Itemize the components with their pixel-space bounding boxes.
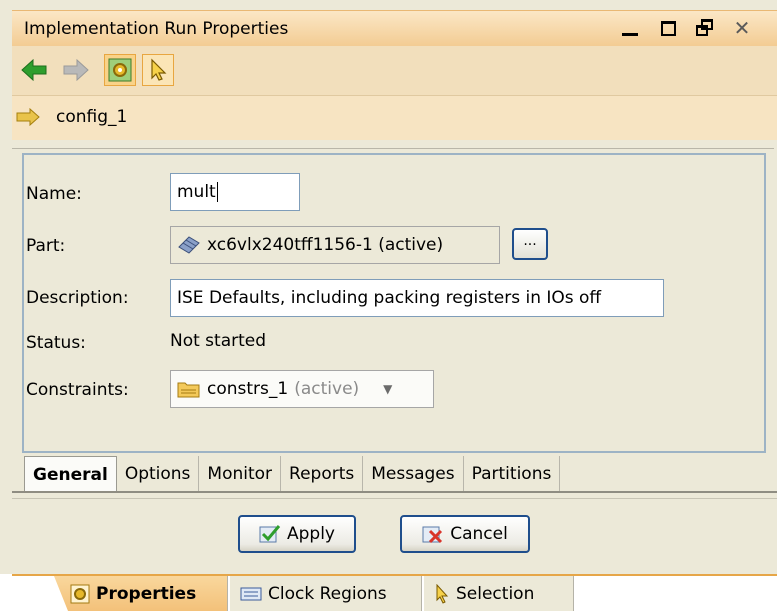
- arrow-right-icon: [63, 59, 89, 81]
- gear-icon: [108, 58, 132, 82]
- breadcrumb: config_1: [12, 96, 777, 140]
- part-label: Part:: [26, 236, 66, 256]
- choose-part-button[interactable]: ...: [512, 228, 548, 260]
- select-button[interactable]: [142, 54, 174, 86]
- gear-icon: [70, 584, 90, 603]
- settings-button[interactable]: [104, 54, 136, 86]
- tab-general[interactable]: General: [24, 456, 117, 492]
- checkmark-icon: [259, 525, 281, 543]
- maximize-icon: [660, 20, 676, 36]
- tab-clock-regions[interactable]: Clock Regions: [230, 576, 422, 611]
- tab-monitor[interactable]: Monitor: [199, 456, 282, 492]
- constraints-active: (active): [294, 379, 360, 399]
- tab-partitions[interactable]: Partitions: [464, 456, 561, 492]
- tab-properties[interactable]: Properties: [54, 576, 228, 611]
- tab-messages[interactable]: Messages: [363, 456, 464, 492]
- constraints-dropdown[interactable]: constrs_1 (active) ▼: [170, 370, 434, 408]
- arrow-left-icon: [21, 59, 47, 81]
- tab-selection[interactable]: Selection: [424, 576, 574, 611]
- part-value: xc6vlx240tff1156-1 (active): [207, 235, 444, 255]
- pointer-icon: [151, 58, 167, 81]
- tabs-divider: [12, 491, 777, 493]
- part-field: xc6vlx240tff1156-1 (active): [170, 226, 500, 264]
- pointer-icon: [436, 583, 449, 604]
- minimize-button[interactable]: [617, 15, 643, 41]
- toolbar: [12, 46, 777, 96]
- breadcrumb-label: config_1: [56, 107, 128, 127]
- maximize-button[interactable]: [655, 15, 681, 41]
- description-label: Description:: [26, 288, 129, 308]
- cancel-label: Cancel: [450, 524, 508, 544]
- minimize-icon: [622, 32, 638, 36]
- description-value: ISE Defaults, including packing register…: [177, 288, 602, 308]
- button-bar: Apply Cancel: [12, 498, 777, 574]
- chip-icon: [178, 236, 200, 254]
- name-value: mult: [177, 182, 216, 202]
- text-caret: [216, 182, 218, 202]
- clock-regions-icon: [240, 587, 262, 600]
- properties-window: Implementation Run Properties ✕ config_1…: [0, 0, 777, 611]
- restore-icon: [696, 19, 714, 37]
- float-button[interactable]: [692, 15, 718, 41]
- tab-selection-label: Selection: [456, 583, 535, 604]
- ellipsis-label: ...: [523, 233, 537, 249]
- cancel-button[interactable]: Cancel: [400, 515, 530, 553]
- window-title: Implementation Run Properties: [24, 19, 289, 39]
- arrow-right-icon: [16, 108, 40, 126]
- constraints-value: constrs_1: [207, 379, 289, 399]
- title-bar: Implementation Run Properties ✕: [12, 10, 777, 46]
- close-button[interactable]: ✕: [729, 15, 755, 41]
- close-icon: ✕: [733, 16, 751, 40]
- name-label: Name:: [26, 184, 82, 204]
- tab-clock-regions-label: Clock Regions: [268, 583, 387, 604]
- apply-label: Apply: [287, 524, 335, 544]
- forward-button[interactable]: [60, 54, 92, 86]
- folder-icon: [177, 382, 200, 398]
- property-tabs: General Options Monitor Reports Messages…: [24, 456, 561, 492]
- chevron-down-icon: ▼: [383, 382, 393, 396]
- tab-options[interactable]: Options: [117, 456, 200, 492]
- tab-reports[interactable]: Reports: [281, 456, 364, 492]
- status-label: Status:: [26, 333, 86, 353]
- name-input[interactable]: mult: [170, 173, 300, 211]
- status-value: Not started: [170, 331, 267, 351]
- tab-properties-label: Properties: [96, 583, 197, 604]
- cancel-icon: [422, 526, 443, 544]
- constraints-label: Constraints:: [26, 380, 129, 400]
- apply-button[interactable]: Apply: [238, 515, 356, 553]
- back-button[interactable]: [18, 54, 50, 86]
- description-input[interactable]: ISE Defaults, including packing register…: [170, 279, 664, 317]
